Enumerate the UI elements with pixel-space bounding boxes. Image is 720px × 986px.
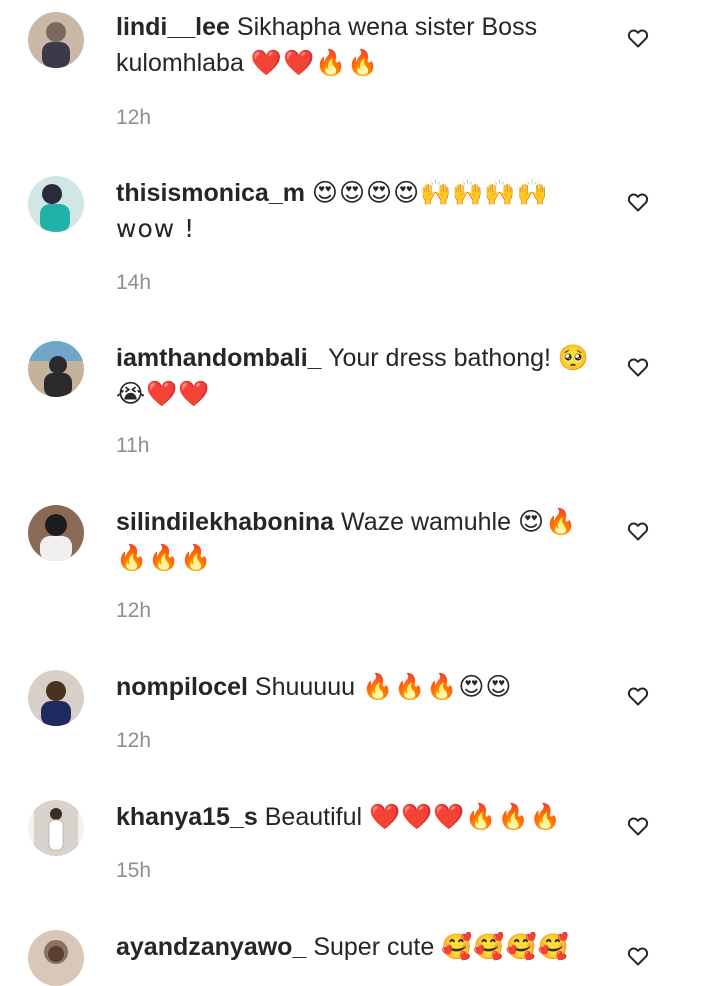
comment-text: Super cute — [313, 933, 435, 961]
avatar[interactable] — [28, 176, 84, 232]
comment-emoji: ❤️❤️🔥🔥 — [250, 48, 380, 77]
avatar[interactable] — [28, 930, 84, 986]
comment-body: iamthandombali_ Your dress bathong! 🥺😭❤️… — [116, 340, 596, 412]
heart-outline-icon[interactable] — [626, 684, 650, 708]
avatar[interactable] — [28, 505, 84, 561]
comment-emoji: ❤️❤️❤️🔥🔥🔥 — [368, 802, 562, 831]
comment-body: thisismonica_m 😍😍😍😍🙌🙌🙌🙌wow ! — [116, 175, 596, 247]
heart-outline-icon[interactable] — [626, 944, 650, 968]
heart-outline-icon[interactable] — [626, 519, 650, 543]
comment-body: khanya15_s Beautiful ❤️❤️❤️🔥🔥🔥 — [116, 799, 596, 835]
comment-username[interactable]: iamthandombali_ — [116, 344, 322, 372]
comment-text: Your dress bathong! — [328, 344, 551, 372]
avatar[interactable] — [28, 800, 84, 856]
comment-timestamp: 15h — [116, 859, 152, 882]
heart-outline-icon[interactable] — [626, 190, 650, 214]
comment-timestamp: 12h — [116, 599, 152, 622]
comment-text: Waze wamuhle — [341, 508, 512, 536]
comment-username[interactable]: nompilocel — [116, 673, 248, 701]
comment-timestamp: 14h — [116, 271, 152, 294]
avatar[interactable] — [28, 12, 84, 68]
avatar[interactable] — [28, 670, 84, 726]
comment-username[interactable]: khanya15_s — [116, 803, 258, 831]
comment-body: silindilekhabonina Waze wamuhle 😍🔥🔥🔥🔥 — [116, 504, 596, 576]
comment-timestamp: 11h — [116, 434, 150, 457]
heart-outline-icon[interactable] — [626, 355, 650, 379]
comment-emoji: 🔥🔥🔥😍😍 — [361, 672, 513, 701]
heart-outline-icon[interactable] — [626, 814, 650, 838]
comment-body: lindi__lee Sikhapha wena sister Boss kul… — [116, 10, 596, 81]
comment-emoji: 🥰🥰🥰🥰 — [441, 932, 570, 961]
comment-text: Beautiful — [264, 803, 363, 831]
comment-username[interactable]: silindilekhabonina — [116, 508, 334, 536]
heart-outline-icon[interactable] — [626, 26, 650, 50]
comment-username[interactable]: lindi__lee — [116, 13, 230, 41]
comment-text: Shuuuuu — [254, 673, 356, 701]
comment-timestamp: 12h — [116, 729, 152, 752]
comment-body: nompilocel Shuuuuu 🔥🔥🔥😍😍 — [116, 669, 596, 705]
comment-username[interactable]: ayandzanyawo_ — [116, 933, 306, 961]
avatar[interactable] — [28, 341, 84, 397]
comment-username[interactable]: thisismonica_m — [116, 179, 305, 207]
comment-timestamp: 12h — [116, 106, 152, 129]
